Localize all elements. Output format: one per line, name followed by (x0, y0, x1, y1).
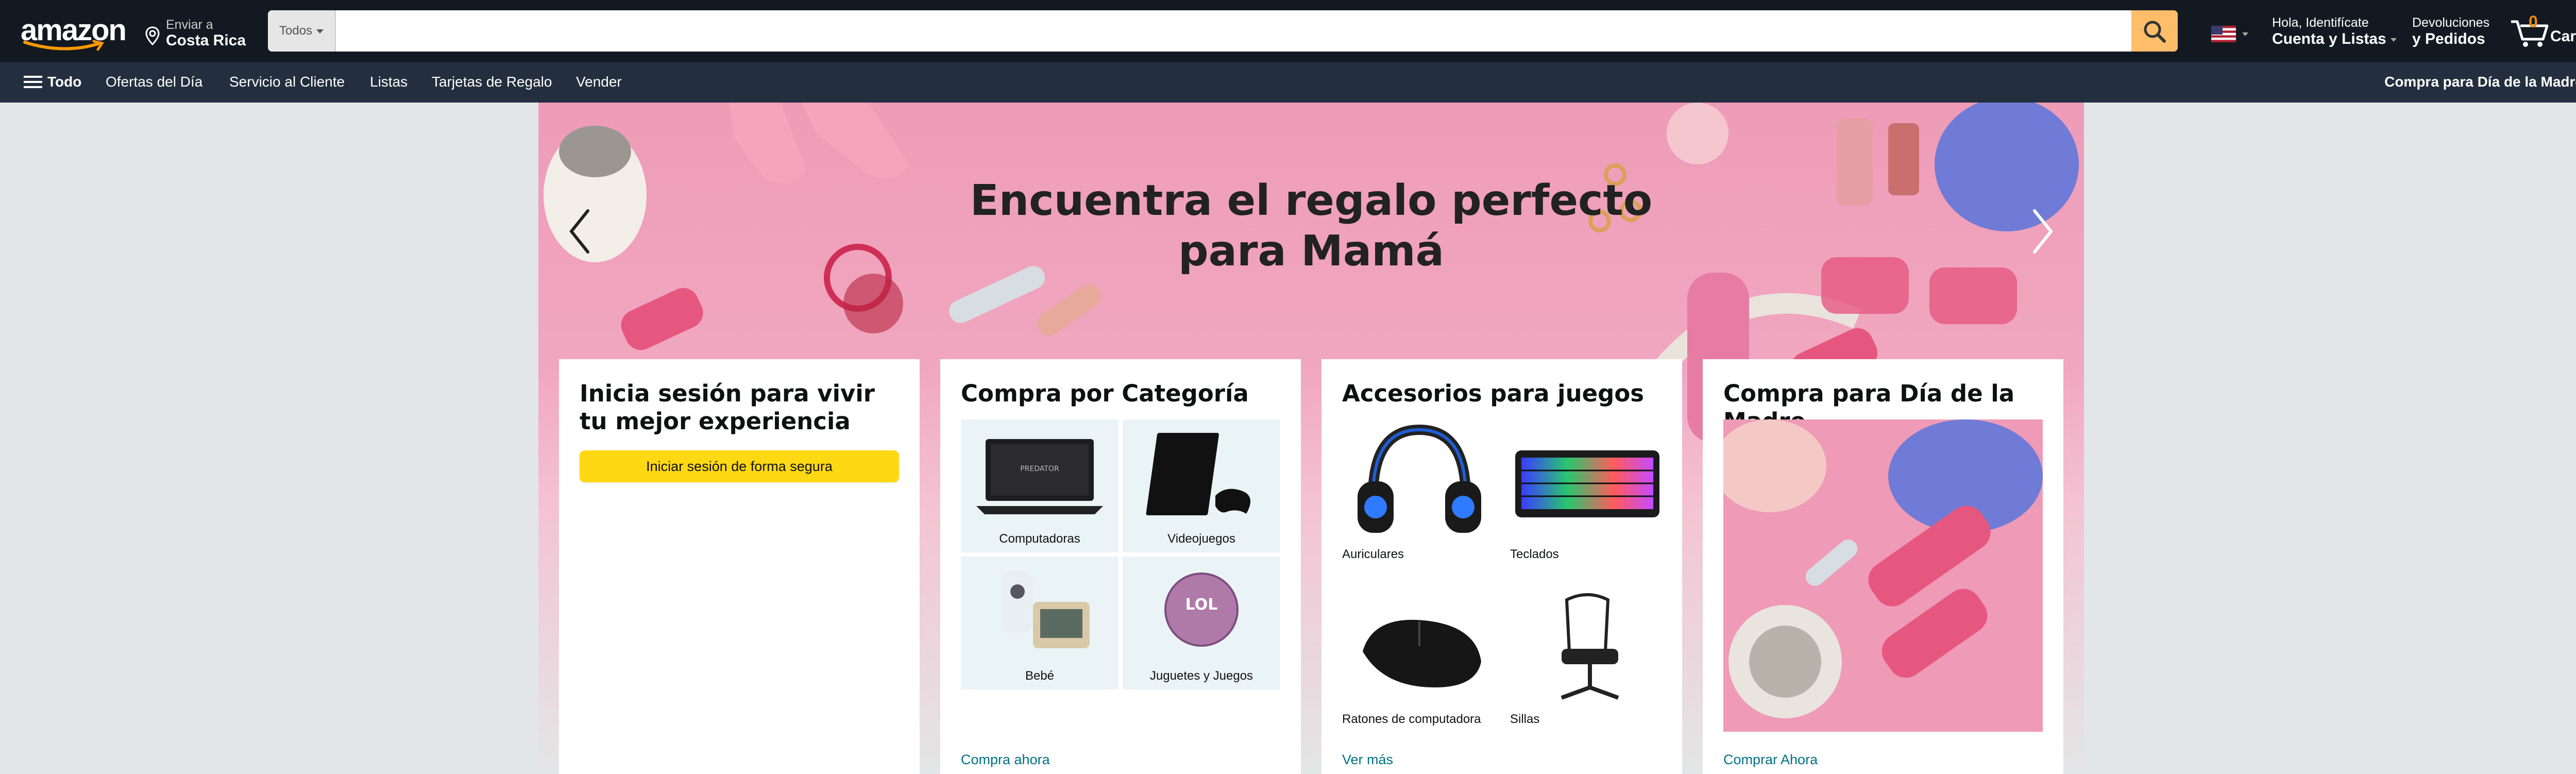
mouse-image (1363, 619, 1481, 687)
returns-orders-link[interactable]: Devoluciones y Pedidos (2412, 15, 2489, 48)
category-baby[interactable]: Bebé (961, 557, 1118, 689)
secondary-navigation-bar: Todo Ofertas del Día Servicio al Cliente… (0, 62, 2576, 103)
chevron-down-icon (2390, 38, 2397, 42)
gaming-item-keyboards[interactable]: Teclados (1510, 419, 1665, 574)
gaming-item-mice[interactable]: Ratones de computadora (1342, 584, 1497, 739)
category-label: Videojuegos (1167, 532, 1235, 546)
category-label: Bebé (1025, 669, 1055, 683)
category-label: Juguetes y Juegos (1149, 669, 1253, 683)
mothers-day-gifts-image (1723, 419, 2043, 732)
nav-item-gift-cards[interactable]: Tarjetas de Regalo (432, 74, 552, 90)
category-toys[interactable]: LOL Juguetes y Juegos (1123, 557, 1280, 689)
account-lists-label: Cuenta y Listas (2272, 30, 2386, 47)
shop-now-mothers-link[interactable]: Comprar Ahora (1723, 752, 1818, 768)
nav-item-deals[interactable]: Ofertas del Día (106, 74, 202, 90)
location-pin-icon (145, 26, 160, 46)
toy-ball-image: LOL (1164, 573, 1239, 647)
hero-title-line2: para Mamá (1178, 227, 1445, 276)
baby-monitor-image (1002, 571, 1090, 648)
gaming-item-label: Ratones de computadora (1342, 712, 1481, 726)
deliver-country: Costa Rica (166, 32, 246, 49)
svg-text:PREDATOR: PREDATOR (1020, 465, 1059, 473)
gaming-item-label: Auriculares (1342, 547, 1404, 561)
all-menu-button[interactable]: Todo (24, 74, 81, 90)
game-console-image (1146, 433, 1250, 515)
returns-label: Devoluciones (2412, 15, 2490, 30)
category-label: Computadoras (999, 532, 1080, 546)
search-input[interactable] (336, 10, 2131, 52)
cart-button[interactable]: 0 Carrito (2509, 12, 2576, 49)
gaming-card-title: Accesorios para juegos (1342, 380, 1645, 407)
hero-title: Encuentra el regalo perfecto para Mamá (538, 176, 2084, 277)
hero-title-line1: Encuentra el regalo perfecto (970, 176, 1653, 225)
search-bar: Todos (268, 10, 2178, 52)
category-card: Compra por Categoría PREDATOR Computador… (940, 359, 1301, 774)
category-grid: PREDATOR Computadoras Videojuegos Bebé L… (961, 419, 1280, 689)
gaming-item-chairs[interactable]: Sillas (1510, 584, 1665, 739)
signin-button[interactable]: Iniciar sesión de forma segura (580, 450, 899, 482)
chevron-down-icon (2242, 32, 2249, 36)
nav-item-customer-service[interactable]: Servicio al Cliente (229, 74, 345, 90)
shop-now-link[interactable]: Compra ahora (961, 752, 1050, 768)
cart-count: 0 (2529, 12, 2538, 31)
signin-card-title: Inicia sesión para vivir tu mejor experi… (580, 380, 875, 435)
deliver-label: Enviar a (166, 18, 213, 32)
headphones-image (1358, 424, 1481, 533)
search-icon (2144, 21, 2166, 43)
account-lists-menu[interactable]: Hola, Identifícate Cuenta y Listas (2272, 15, 2397, 48)
gaming-item-label: Teclados (1510, 547, 1559, 561)
account-greeting: Hola, Identifícate (2272, 15, 2369, 30)
svg-text:LOL: LOL (1185, 596, 1218, 614)
gaming-accessories-card: Accesorios para juegos Auriculares Tecla… (1321, 359, 1682, 774)
language-selector[interactable] (2211, 26, 2250, 42)
gaming-chair-image (1561, 593, 1619, 700)
cart-label: Carrito (2550, 28, 2576, 45)
chevron-left-icon[interactable] (564, 206, 595, 257)
gaming-item-label: Sillas (1510, 712, 1540, 726)
search-category-dropdown[interactable]: Todos (268, 10, 336, 52)
category-card-title: Compra por Categoría (961, 380, 1249, 407)
search-button[interactable] (2131, 10, 2178, 52)
nav-item-lists[interactable]: Listas (370, 74, 408, 90)
chevron-down-icon (316, 29, 324, 33)
search-category-label: Todos (279, 24, 313, 38)
amazon-smile-icon (23, 40, 105, 51)
keyboard-image (1515, 450, 1659, 517)
gaming-item-headphones[interactable]: Auriculares (1342, 419, 1497, 574)
mothers-day-card: Compra para Día de la Madre Comprar Ahor… (1703, 359, 2063, 774)
signin-card: Inicia sesión para vivir tu mejor experi… (559, 359, 920, 774)
see-more-link[interactable]: Ver más (1342, 752, 1393, 768)
nav-mothers-day-link[interactable]: Compra para Día de la Madre (2384, 74, 2576, 90)
amazon-logo[interactable]: amazon (21, 15, 127, 51)
chevron-right-icon[interactable] (2027, 206, 2058, 257)
laptop-image: PREDATOR (976, 439, 1103, 514)
category-computers[interactable]: PREDATOR Computadoras (961, 419, 1118, 552)
mothers-day-image[interactable] (1723, 419, 2043, 732)
nav-item-sell[interactable]: Vender (576, 74, 622, 90)
hamburger-menu-icon (24, 76, 42, 88)
orders-label: y Pedidos (2412, 30, 2485, 47)
category-videogames[interactable]: Videojuegos (1123, 419, 1280, 552)
us-flag-icon (2211, 26, 2236, 42)
all-menu-label: Todo (47, 74, 82, 90)
top-navigation-bar: amazon Enviar a Costa Rica Todos Hola, I… (0, 0, 2576, 62)
